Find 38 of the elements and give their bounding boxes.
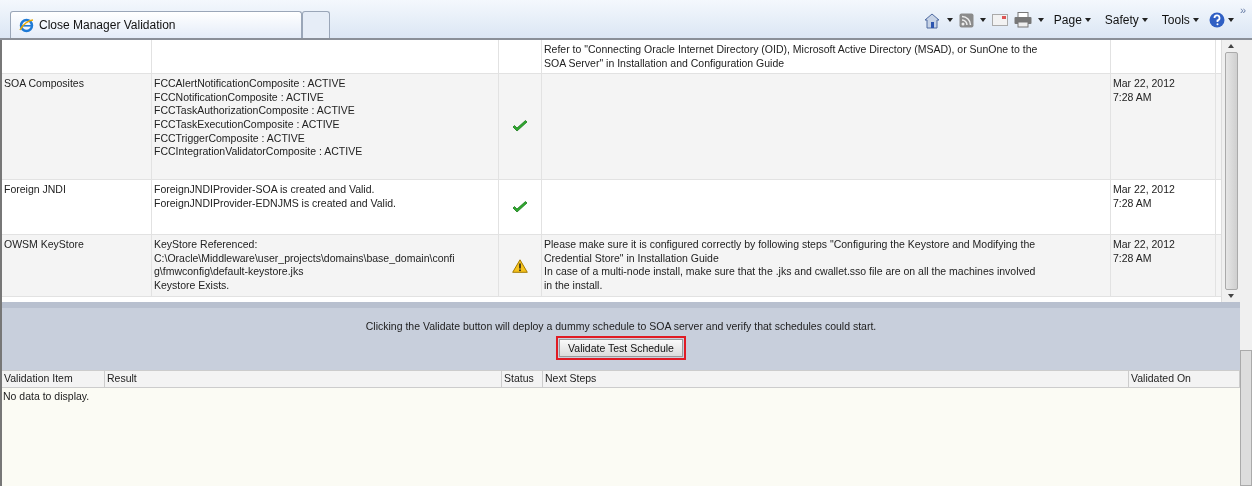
date-cell: Mar 22, 2012 7:28 AM — [1111, 74, 1216, 180]
check-icon — [512, 200, 528, 214]
date-cell: Mar 22, 2012 7:28 AM — [1111, 235, 1216, 297]
caret-icon[interactable] — [979, 18, 986, 22]
warning-icon — [512, 258, 528, 273]
toolbar-menu[interactable]: Safety — [1104, 13, 1148, 27]
overflow-chevron[interactable]: » — [1239, 4, 1246, 16]
toolbar-menu[interactable]: Page — [1053, 13, 1091, 27]
browser-tab[interactable]: Close Manager Validation — [10, 11, 302, 38]
next-steps-cell: Please make sure it is configured correctly by following steps "Configuring the Keystore and Modifying the Credential Store" in Installation Guide In case of a multi-node install, make sure that the .jks and cwallet.sso file are on all the machines involved in the install. — [542, 235, 1111, 297]
result-cell: ForeignJNDIProvider-SOA is created and Valid. ForeignJNDIProvider-EDNJMS is created and Valid. — [152, 180, 499, 235]
validate-button[interactable]: Validate Test Schedule — [559, 339, 683, 357]
column-header[interactable]: Result — [105, 371, 502, 387]
printer-icon[interactable] — [1013, 12, 1032, 28]
caret-icon[interactable] — [946, 18, 953, 22]
feed-icon[interactable] — [958, 12, 974, 28]
column-header[interactable]: Status — [502, 371, 543, 387]
scrollbar[interactable] — [1221, 40, 1240, 302]
result-cell: KeyStore Referenced: C:\Oracle\Middleware\user_projects\domains\base_domain\confi g\fmwconfig\default-keystore.jks Keystore Exists. — [152, 235, 499, 297]
info-message: Clicking the Validate button will deploy a dummy schedule to SOA server and verify that schedules could start. — [365, 320, 877, 332]
caret-icon[interactable] — [1227, 18, 1234, 22]
caret-icon[interactable] — [1037, 18, 1044, 22]
browser-logo-icon — [19, 17, 34, 33]
help-icon[interactable] — [1208, 12, 1225, 28]
table-cell: SOA Composites — [2, 74, 152, 180]
date-cell: Mar 22, 2012 7:28 AM — [1111, 180, 1216, 235]
result-cell: FCCAlertNotificationComposite : ACTIVE FCCNotificationComposite : ACTIVE FCCTaskAuthorizationComposite : ACTIVE FCCTaskExecutionComposite : ACTIVE FCCTriggerComposite : ACTIVE FCCIntegrationValidatorComposite : ACTIVE — [152, 74, 499, 180]
table-cell: Foreign JNDI — [2, 180, 152, 235]
column-header[interactable]: Validation Item — [2, 371, 105, 387]
toolbar-menu[interactable]: Tools — [1161, 13, 1199, 27]
check-icon — [512, 120, 528, 134]
empty-message: No data to display. — [3, 390, 90, 402]
next-steps-cell: Refer to "Connecting Oracle Internet Directory (OID), Microsoft Active Directory (MSAD), or SunOne to the SOA Server" in Installation and Configuration Guide — [542, 40, 1111, 74]
mail-icon[interactable] — [991, 14, 1008, 26]
table-cell: OWSM KeyStore — [2, 235, 152, 297]
home-icon[interactable] — [922, 11, 941, 29]
page-scrollbar[interactable] — [1240, 40, 1252, 486]
column-header[interactable]: Next Steps — [543, 371, 1129, 387]
